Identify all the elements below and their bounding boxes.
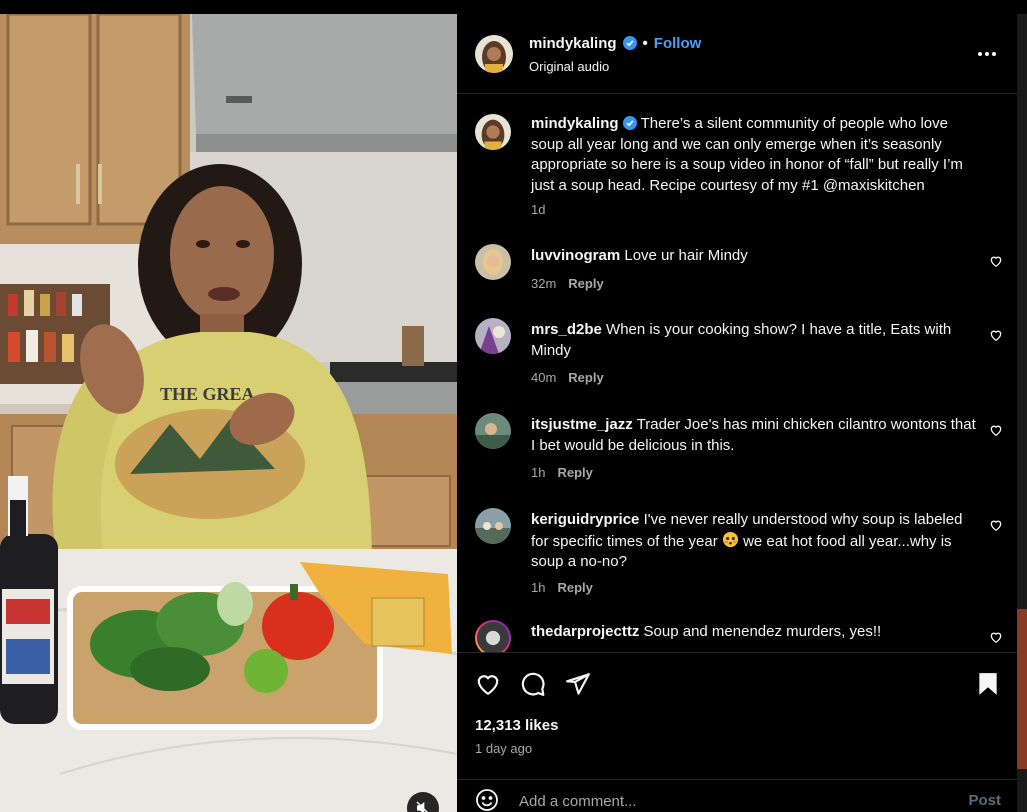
svg-text:THE GREA: THE GREA <box>160 384 255 404</box>
muted-speaker-icon <box>415 800 431 812</box>
reply-button[interactable]: Reply <box>568 370 603 385</box>
comment-username[interactable]: keriguidryprice <box>531 511 639 528</box>
verified-badge-icon <box>622 115 637 132</box>
like-button[interactable] <box>475 671 501 702</box>
caption-username[interactable]: mindykaling <box>531 115 619 132</box>
follow-button[interactable]: Follow <box>654 35 702 52</box>
commenter-avatar[interactable] <box>475 413 511 449</box>
heart-icon <box>475 675 501 701</box>
comment-text: Love ur hair Mindy <box>624 247 748 264</box>
commenter-avatar[interactable] <box>475 508 511 544</box>
commenter-avatar[interactable] <box>475 620 511 652</box>
comment-time[interactable]: 40m <box>531 370 556 385</box>
bookmark-icon <box>975 673 1001 701</box>
comment-text: Soup and menendez murders, yes!! <box>643 623 882 640</box>
heart-icon[interactable] <box>989 254 1003 273</box>
comment-username[interactable]: itsjustme_jazz <box>531 416 633 433</box>
author-avatar[interactable] <box>475 114 511 150</box>
comment-time[interactable]: 1h <box>531 580 545 595</box>
comments-list[interactable]: mindykaling There’s a silent community o… <box>457 94 1017 652</box>
heart-icon[interactable] <box>989 328 1003 347</box>
comment-input[interactable] <box>519 789 939 812</box>
background-page-edge <box>1017 14 1027 812</box>
separator-dot: • <box>642 35 648 52</box>
verified-badge-icon <box>622 35 637 52</box>
reply-button[interactable]: Reply <box>568 276 603 291</box>
post-actions: 12,313 likes 1 day ago Post <box>457 652 1017 812</box>
reply-button[interactable]: Reply <box>557 465 592 480</box>
post-button[interactable]: Post <box>968 792 1001 809</box>
comment-username[interactable]: luvvinogram <box>531 247 620 264</box>
post-time[interactable]: 1 day ago <box>475 741 532 756</box>
reply-button[interactable]: Reply <box>557 580 592 595</box>
author-username[interactable]: mindykaling <box>529 35 617 52</box>
video-frame: THE GREA <box>0 14 457 812</box>
comment-icon <box>520 672 546 701</box>
emoji-icon[interactable] <box>475 788 499 812</box>
heart-icon[interactable] <box>989 518 1003 537</box>
comment-username[interactable]: thedarprojecttz <box>531 623 639 640</box>
heart-icon[interactable] <box>989 630 1003 649</box>
commenter-avatar[interactable] <box>475 318 511 354</box>
likes-count[interactable]: 12,313 likes <box>475 717 558 734</box>
comment-username[interactable]: mrs_d2be <box>531 321 602 338</box>
author-avatar[interactable] <box>475 35 513 73</box>
heart-icon[interactable] <box>989 423 1003 442</box>
more-options-icon[interactable] <box>977 44 997 69</box>
comment-time[interactable]: 32m <box>531 276 556 291</box>
share-icon <box>565 673 591 701</box>
share-button[interactable] <box>565 671 591 702</box>
comment-button[interactable] <box>520 671 546 702</box>
post-header: mindykaling • Follow Original audio <box>457 14 1017 94</box>
comment-time[interactable]: 1h <box>531 465 545 480</box>
caption-time[interactable]: 1d <box>531 202 545 217</box>
flushed-emoji-icon <box>722 531 739 550</box>
post-sidebar: mindykaling • Follow Original audio mind… <box>457 14 1017 812</box>
add-comment-bar: Post <box>457 779 1017 812</box>
audio-label[interactable]: Original audio <box>529 59 609 74</box>
video-player[interactable]: THE GREA <box>0 14 457 812</box>
commenter-avatar[interactable] <box>475 244 511 280</box>
save-button[interactable] <box>975 671 1001 702</box>
